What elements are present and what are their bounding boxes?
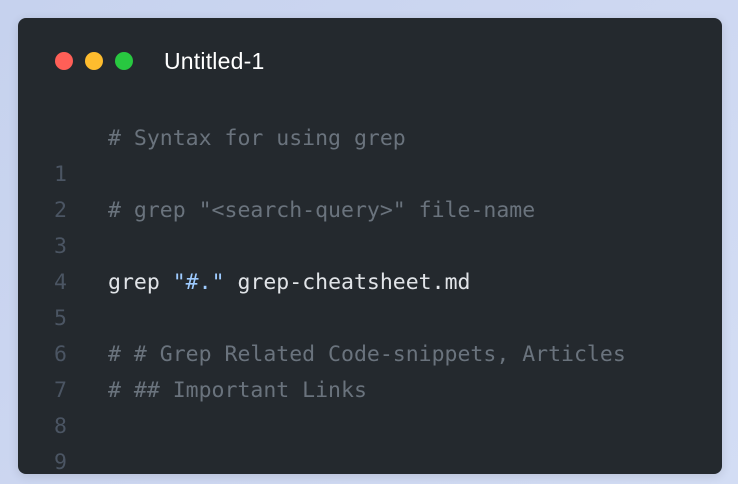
line-number: 9 bbox=[54, 450, 67, 474]
code-editor[interactable]: 1 # Syntax for using grep 2 3 # grep "<s… bbox=[18, 121, 722, 474]
maximize-button[interactable] bbox=[115, 52, 133, 70]
title-bar: Untitled-1 bbox=[18, 18, 722, 106]
code-comment: # Syntax for using grep bbox=[108, 126, 406, 151]
code-comment: # ## Important Links bbox=[108, 378, 367, 403]
code-command-line: grep "#." grep-cheatsheet.md bbox=[108, 265, 470, 301]
command-token: grep bbox=[108, 270, 160, 295]
string-token: "#." bbox=[172, 270, 225, 295]
code-comment: # # Grep Related Code-snippets, Articles bbox=[108, 342, 626, 367]
close-button[interactable] bbox=[55, 52, 73, 70]
code-line: 5 grep "#." grep-cheatsheet.md bbox=[18, 265, 722, 331]
code-line: 2 bbox=[18, 157, 722, 223]
code-line: 3 # grep "<search-query>" file-name bbox=[18, 193, 722, 259]
code-line: 7 # # Grep Related Code-snippets, Articl… bbox=[18, 337, 722, 403]
window-title: Untitled-1 bbox=[164, 48, 265, 74]
code-line: 8 # ## Important Links bbox=[18, 373, 722, 439]
code-line: 4 bbox=[18, 229, 722, 295]
code-window: Untitled-1 1 # Syntax for using grep 2 3… bbox=[18, 18, 722, 474]
code-line: 9 bbox=[18, 409, 722, 474]
code-line: 1 # Syntax for using grep bbox=[18, 121, 722, 187]
code-line: 6 bbox=[18, 301, 722, 367]
minimize-button[interactable] bbox=[85, 52, 103, 70]
argument-token: grep-cheatsheet.md bbox=[237, 270, 471, 295]
code-comment: # grep "<search-query>" file-name bbox=[108, 198, 536, 223]
